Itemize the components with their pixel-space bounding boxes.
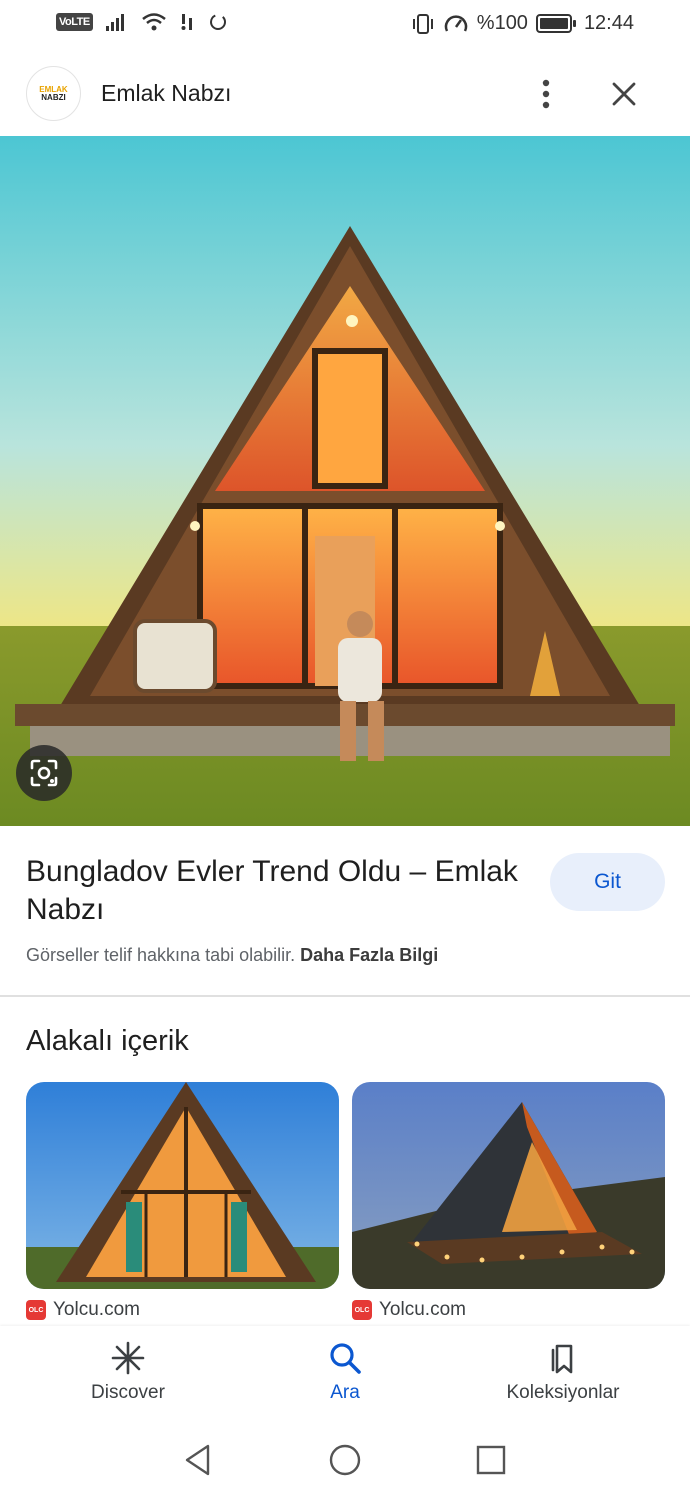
related-heading: Alakalı içerik [26, 1025, 189, 1057]
source-name: Yolcu.com [379, 1299, 466, 1320]
nav-label: Ara [330, 1382, 360, 1403]
vibrate-icon [412, 13, 433, 34]
related-thumbnail-2 [352, 1082, 665, 1289]
collections-icon [551, 1344, 573, 1374]
close-icon [612, 82, 636, 106]
nav-discover[interactable]: Discover [70, 1340, 186, 1404]
more-vert-icon [542, 79, 550, 109]
favicon-icon: OLC [26, 1300, 46, 1320]
related-source[interactable]: OLC Yolcu.com [352, 1299, 466, 1321]
visit-button[interactable]: Git [550, 853, 665, 911]
google-lens-button[interactable] [16, 745, 72, 801]
nav-label: Koleksiyonlar [506, 1382, 620, 1403]
site-name: Emlak Nabzı [101, 80, 232, 106]
nav-collections[interactable]: Koleksiyonlar [488, 1340, 638, 1404]
speed-icon [444, 14, 468, 32]
clock: 12:44 [583, 12, 634, 34]
search-icon [330, 1343, 361, 1374]
close-button[interactable] [604, 74, 644, 114]
home-button[interactable] [323, 1438, 367, 1482]
battery-percent: %100 [476, 12, 528, 34]
more-options-button[interactable] [530, 72, 562, 116]
source-name: Yolcu.com [53, 1299, 140, 1320]
logo-text-bottom: NABZI [41, 92, 66, 102]
status-left: VoLTE [56, 12, 229, 32]
back-icon [185, 1444, 210, 1476]
wifi-icon [141, 13, 166, 31]
status-right: %100 12:44 [411, 12, 634, 35]
battery-icon [535, 14, 576, 33]
volte-indicator: VoLTE [56, 13, 93, 31]
related-source[interactable]: OLC Yolcu.com [26, 1299, 140, 1321]
app-header: EMLAK NABZI Emlak Nabzı [0, 52, 690, 136]
system-navigation [0, 1426, 690, 1495]
a-frame-house-image [0, 136, 690, 826]
back-button[interactable] [176, 1438, 220, 1482]
home-icon [329, 1444, 361, 1476]
signal-icon [105, 14, 124, 31]
site-logo[interactable]: EMLAK NABZI [26, 66, 81, 121]
related-thumbnail-1 [26, 1082, 339, 1289]
bottom-navigation: Discover Ara Koleksiyonlar [0, 1326, 690, 1426]
sync-icon [209, 14, 226, 30]
asterisk-icon [111, 1341, 145, 1375]
main-image[interactable] [0, 136, 690, 826]
learn-more-link[interactable]: Daha Fazla Bilgi [300, 945, 438, 965]
related-item-image[interactable] [26, 1082, 339, 1289]
data-activity-icon [181, 14, 192, 30]
section-divider [0, 995, 690, 997]
related-item-image[interactable] [352, 1082, 665, 1289]
status-bar: VoLTE %100 12:44 [0, 0, 690, 52]
copyright-notice: Görseller telif hakkına tabi olabilir. D… [26, 945, 438, 966]
recents-icon [476, 1445, 506, 1475]
battery-level-fill [539, 18, 568, 29]
result-title[interactable]: Bungladov Evler Trend Oldu – Emlak Nabzı [26, 853, 536, 929]
recents-button[interactable] [469, 1438, 513, 1482]
favicon-icon: OLC [352, 1300, 372, 1320]
copyright-text: Görseller telif hakkına tabi olabilir. [26, 945, 296, 965]
nav-search[interactable]: Ara [300, 1340, 390, 1404]
nav-label: Discover [91, 1382, 165, 1403]
google-lens-icon [30, 759, 58, 787]
